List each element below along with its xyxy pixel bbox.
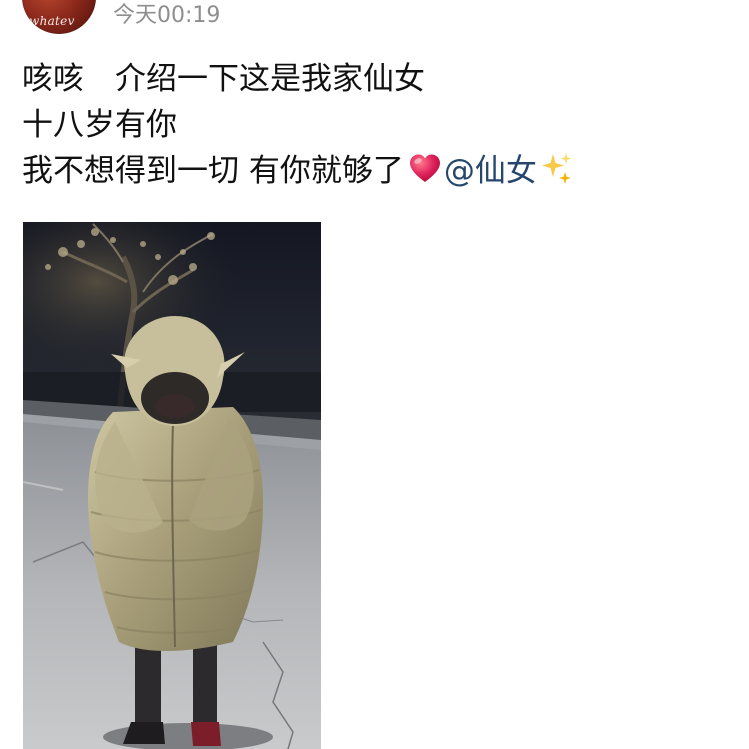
heart-icon <box>408 150 442 182</box>
user-mention-link[interactable]: @仙女 <box>444 153 537 189</box>
sparkles-icon <box>539 150 575 186</box>
post-text-line: 咳咳 介绍一下这是我家仙女 <box>22 61 425 97</box>
avatar-label: whatev <box>29 14 75 28</box>
post-text-line-with-mention: 我不想得到一切 有你就够了 @仙女 <box>22 148 722 194</box>
post-body-text: 咳咳 介绍一下这是我家仙女 十八岁有你 我不想得到一切 有你就够了 @仙女 <box>22 56 722 194</box>
post-text-line: 十八岁有你 <box>22 107 177 143</box>
post-timestamp: 今天00:19 <box>113 3 221 28</box>
post-text-line-prefix: 我不想得到一切 有你就够了 <box>22 153 404 189</box>
post-photo[interactable] <box>23 222 321 749</box>
post-header: whatev 今天00:19 <box>0 0 749 40</box>
avatar[interactable]: whatev <box>22 0 96 34</box>
